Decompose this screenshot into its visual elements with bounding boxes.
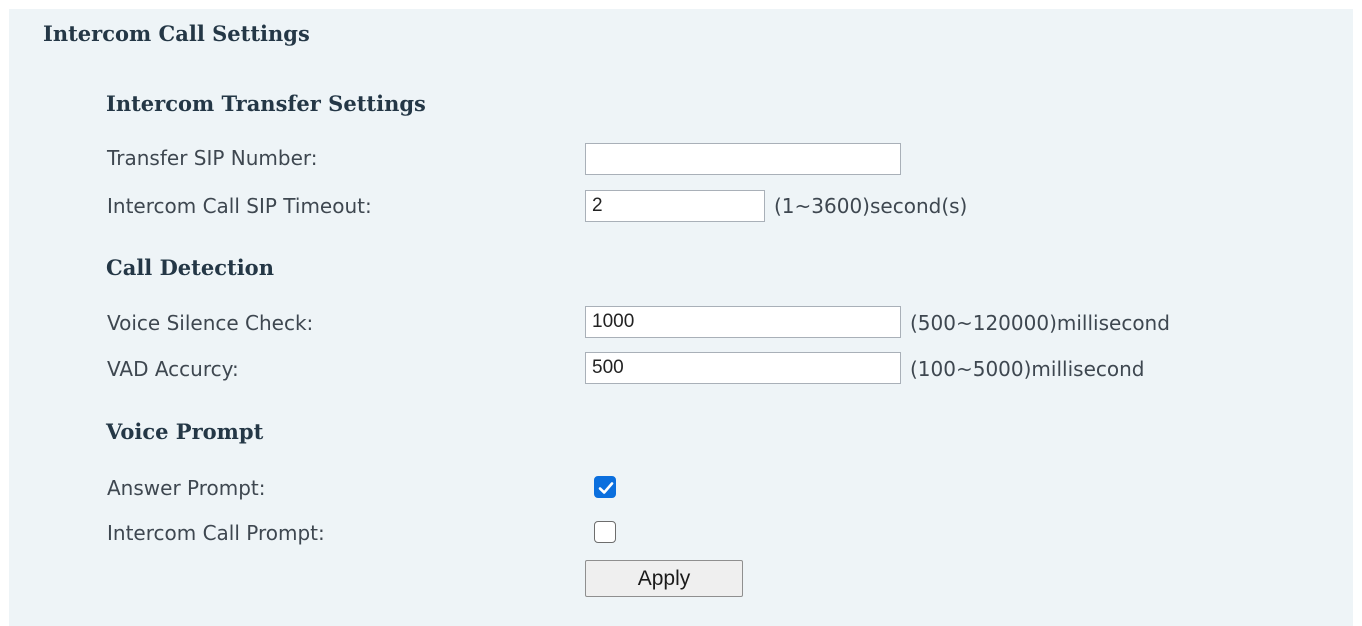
answer-prompt-checkbox[interactable] <box>594 476 616 498</box>
sip-timeout-range-hint: (1~3600)second(s) <box>774 194 968 218</box>
voice-silence-check-input[interactable] <box>585 306 901 338</box>
intercom-call-sip-timeout-input[interactable] <box>585 190 765 222</box>
vad-accuracy-input[interactable] <box>585 352 901 384</box>
intercom-call-prompt-checkbox[interactable] <box>594 521 616 543</box>
intercom-call-prompt-label: Intercom Call Prompt: <box>107 521 325 545</box>
voice-silence-check-label: Voice Silence Check: <box>107 311 314 335</box>
voice-silence-range-hint: (500~120000)millisecond <box>910 311 1170 335</box>
page-title: Intercom Call Settings <box>43 21 310 46</box>
answer-prompt-label: Answer Prompt: <box>107 476 266 500</box>
section-title-voice-prompt: Voice Prompt <box>106 419 264 444</box>
section-title-call-detection: Call Detection <box>106 255 274 280</box>
settings-panel: Intercom Call Settings Intercom Transfer… <box>9 9 1353 626</box>
intercom-call-sip-timeout-label: Intercom Call SIP Timeout: <box>107 194 372 218</box>
transfer-sip-number-label: Transfer SIP Number: <box>107 146 318 170</box>
vad-accuracy-label: VAD Accurcy: <box>107 357 239 381</box>
section-title-intercom-transfer: Intercom Transfer Settings <box>106 91 426 116</box>
vad-accuracy-range-hint: (100~5000)millisecond <box>910 357 1145 381</box>
apply-button[interactable]: Apply <box>585 560 743 597</box>
transfer-sip-number-input[interactable] <box>585 143 901 175</box>
checkmark-icon <box>598 482 614 494</box>
